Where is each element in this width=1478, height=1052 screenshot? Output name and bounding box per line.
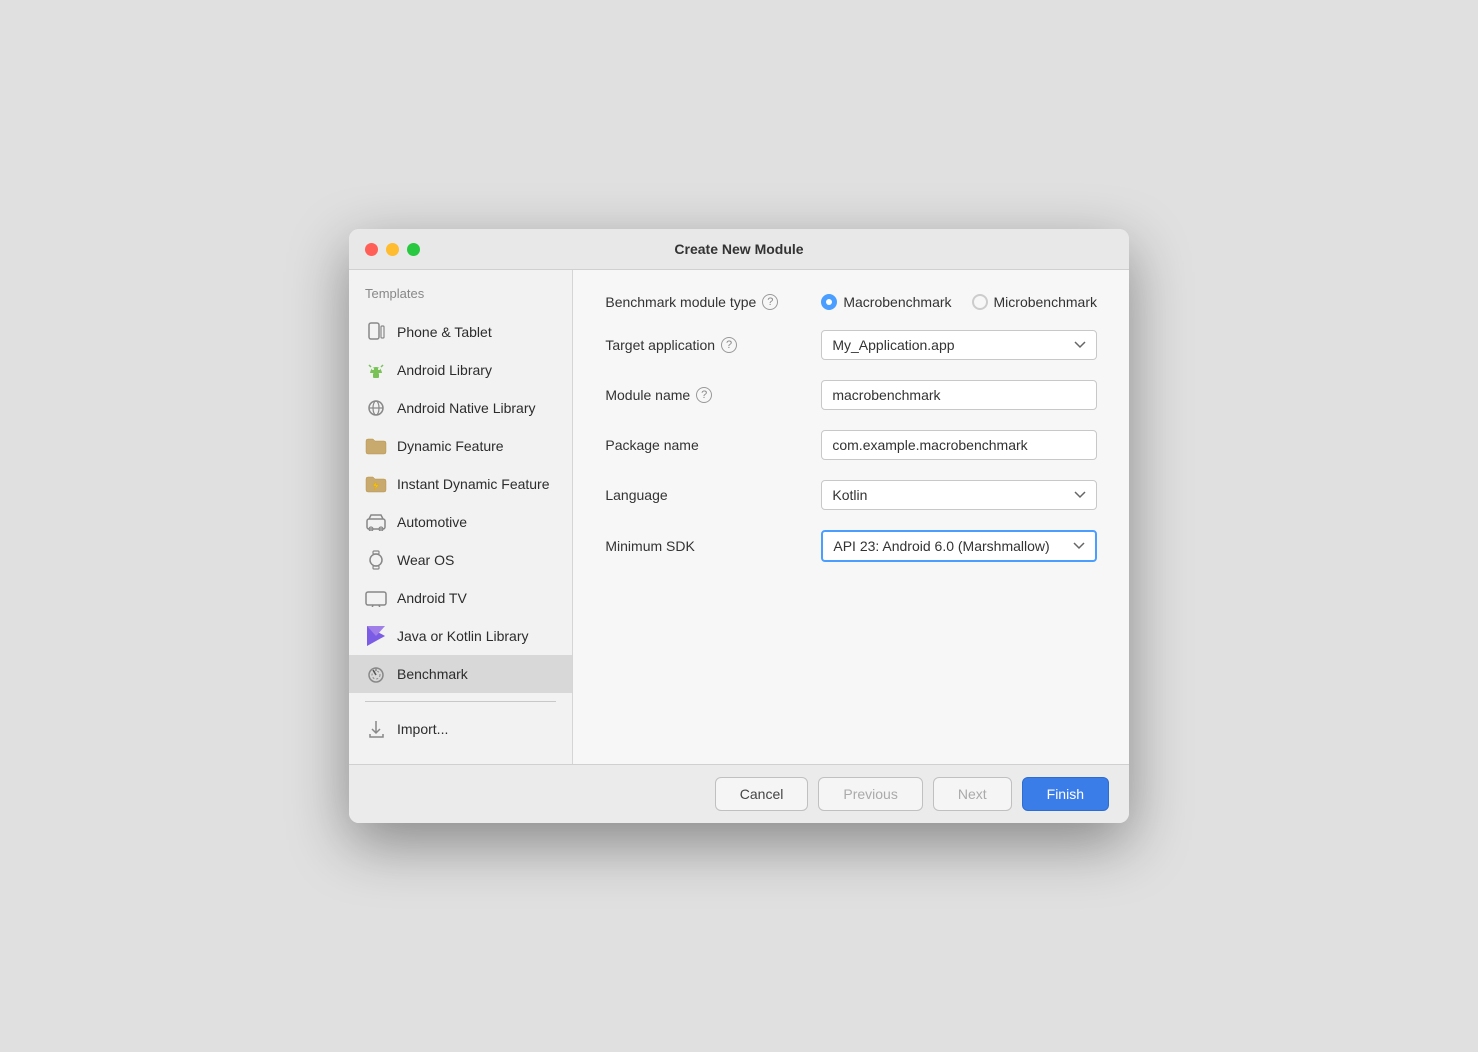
benchmark-module-type-row: Benchmark module type ? Macrobenchmark M…	[605, 294, 1097, 310]
native-library-icon	[365, 397, 387, 419]
main-content: Benchmark module type ? Macrobenchmark M…	[573, 270, 1129, 764]
microbenchmark-radio[interactable]	[972, 294, 988, 310]
sidebar-item-label: Android Library	[397, 362, 492, 378]
target-application-help[interactable]: ?	[721, 337, 737, 353]
sidebar-item-import[interactable]: Import...	[349, 710, 572, 748]
language-select[interactable]: Kotlin Java	[821, 480, 1097, 510]
target-application-select[interactable]: My_Application.app	[821, 330, 1097, 360]
next-button[interactable]: Next	[933, 777, 1012, 811]
tv-icon	[365, 587, 387, 609]
target-application-label: Target application ?	[605, 337, 805, 353]
benchmark-module-type-help[interactable]: ?	[762, 294, 778, 310]
module-name-input[interactable]	[821, 380, 1097, 410]
macrobenchmark-radio[interactable]	[821, 294, 837, 310]
language-row: Language Kotlin Java	[605, 480, 1097, 510]
sidebar-item-automotive[interactable]: Automotive	[349, 503, 572, 541]
module-name-row: Module name ?	[605, 380, 1097, 410]
sidebar-item-instant-dynamic-feature[interactable]: Instant Dynamic Feature	[349, 465, 572, 503]
sidebar-item-benchmark[interactable]: Benchmark	[349, 655, 572, 693]
sidebar-item-label: Dynamic Feature	[397, 438, 504, 454]
sidebar-item-label: Automotive	[397, 514, 467, 530]
target-application-row: Target application ? My_Application.app	[605, 330, 1097, 360]
sidebar-item-kotlin-library[interactable]: Java or Kotlin Library	[349, 617, 572, 655]
sidebar-header: Templates	[349, 286, 572, 313]
minimum-sdk-row: Minimum SDK API 21: Android 5.0 (Lollipo…	[605, 530, 1097, 562]
package-name-label: Package name	[605, 437, 805, 453]
sidebar-item-label: Android TV	[397, 590, 467, 606]
wear-icon	[365, 549, 387, 571]
macrobenchmark-option[interactable]: Macrobenchmark	[821, 294, 951, 310]
dialog-title: Create New Module	[674, 241, 803, 257]
dialog-body: Templates Phone & Tablet	[349, 270, 1129, 764]
sidebar-item-phone-tablet[interactable]: Phone & Tablet	[349, 313, 572, 351]
language-label: Language	[605, 487, 805, 503]
sidebar-item-label: Instant Dynamic Feature	[397, 476, 550, 492]
module-name-label: Module name ?	[605, 387, 805, 403]
maximize-button[interactable]	[407, 243, 420, 256]
minimize-button[interactable]	[386, 243, 399, 256]
sidebar-item-label: Wear OS	[397, 552, 454, 568]
sidebar-divider	[365, 701, 556, 702]
title-bar: Create New Module	[349, 229, 1129, 270]
android-icon	[365, 359, 387, 381]
sidebar-item-dynamic-feature[interactable]: Dynamic Feature	[349, 427, 572, 465]
sidebar: Templates Phone & Tablet	[349, 270, 573, 764]
sidebar-item-label: Import...	[397, 721, 448, 737]
microbenchmark-option[interactable]: Microbenchmark	[972, 294, 1097, 310]
sidebar-item-android-native-library[interactable]: Android Native Library	[349, 389, 572, 427]
instant-folder-icon	[365, 473, 387, 495]
minimum-sdk-label: Minimum SDK	[605, 538, 805, 554]
sidebar-item-label: Phone & Tablet	[397, 324, 492, 340]
benchmark-module-type-label: Benchmark module type ?	[605, 294, 805, 310]
previous-button[interactable]: Previous	[818, 777, 922, 811]
sidebar-item-label: Android Native Library	[397, 400, 536, 416]
sidebar-item-wear-os[interactable]: Wear OS	[349, 541, 572, 579]
kotlin-icon	[365, 625, 387, 647]
sidebar-item-android-tv[interactable]: Android TV	[349, 579, 572, 617]
cancel-button[interactable]: Cancel	[715, 777, 809, 811]
phone-icon	[365, 321, 387, 343]
window-controls	[365, 243, 420, 256]
benchmark-icon	[365, 663, 387, 685]
folder-icon	[365, 435, 387, 457]
sidebar-item-android-library[interactable]: Android Library	[349, 351, 572, 389]
close-button[interactable]	[365, 243, 378, 256]
sidebar-item-label: Java or Kotlin Library	[397, 628, 529, 644]
dialog-footer: Cancel Previous Next Finish	[349, 764, 1129, 823]
sidebar-item-label: Benchmark	[397, 666, 468, 682]
package-name-row: Package name	[605, 430, 1097, 460]
finish-button[interactable]: Finish	[1022, 777, 1109, 811]
package-name-input[interactable]	[821, 430, 1097, 460]
automotive-icon	[365, 511, 387, 533]
import-icon	[365, 718, 387, 740]
radio-group: Macrobenchmark Microbenchmark	[821, 294, 1097, 310]
create-new-module-dialog: Create New Module Templates Phone & Tabl…	[349, 229, 1129, 823]
module-name-help[interactable]: ?	[696, 387, 712, 403]
minimum-sdk-select[interactable]: API 21: Android 5.0 (Lollipop) API 22: A…	[821, 530, 1097, 562]
